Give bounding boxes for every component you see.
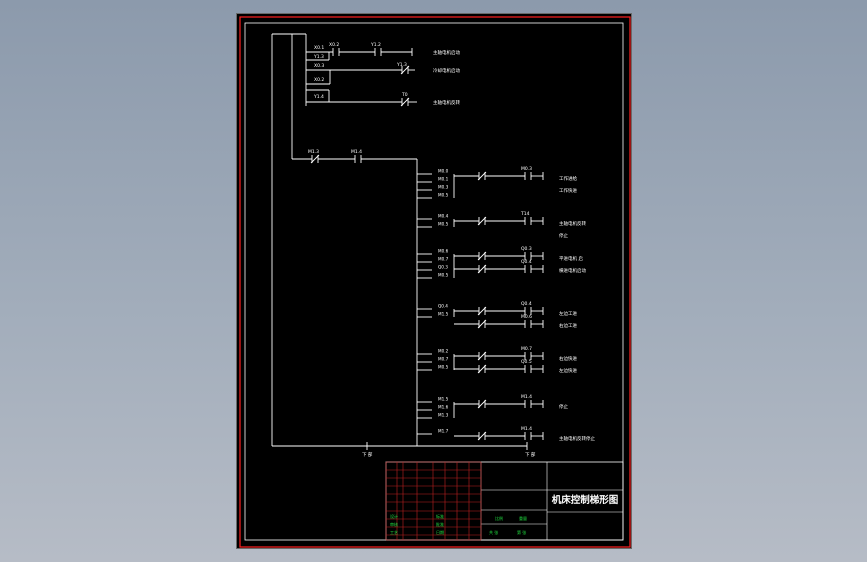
branch-note: 平进电机 启 — [559, 255, 583, 262]
contact-label: Q0.5 — [521, 359, 532, 365]
coil-label: T0 — [401, 92, 408, 98]
ladder-labels: X0.1 Y1.3 X0.2 Y1.2 主轴电机启动 X0.3 Y1.3 冷却电机启动 X0.2… — [308, 42, 595, 458]
rung-note: 冷却电机启动 — [433, 67, 460, 74]
rung-note: 主轴电机启动 — [433, 49, 460, 56]
contact-label: M1.4 — [521, 426, 532, 432]
branch-note: 停止 — [559, 403, 568, 410]
ladder-diagram: X0.1 Y1.3 X0.2 Y1.2 主轴电机启动 X0.3 Y1.3 冷却电机启动 X0.2… — [239, 16, 631, 548]
contact-label: M0.6 — [521, 314, 532, 320]
branch-contact-label: M1.5 — [438, 312, 449, 317]
contact-label: T14 — [520, 211, 530, 217]
contact-label: Y1.3 — [313, 54, 324, 60]
branch-contact-label: Q0.3 — [438, 265, 448, 270]
branch-note: 横进电机启动 — [559, 267, 586, 274]
branch-contact-label: M0.3 — [438, 185, 449, 190]
title-cell-label: 设计 — [390, 513, 398, 519]
branch-note: 左边快进 — [559, 367, 577, 374]
title-cell-label: 第 张 — [517, 529, 526, 535]
branch-contact-label: M0.4 — [438, 214, 449, 219]
branch-note: 右边工进 — [559, 322, 577, 329]
drawing-sheet: X0.1 Y1.3 X0.2 Y1.2 主轴电机启动 X0.3 Y1.3 冷却电机启动 X0.2… — [236, 13, 632, 549]
contact-label: Q0.3 — [521, 246, 532, 252]
branch-contact-label: M0.1 — [438, 177, 449, 182]
title-cell-label: 标准 — [436, 513, 444, 519]
branch-note: 左边工进 — [559, 310, 577, 317]
cad-viewport: X0.1 Y1.3 X0.2 Y1.2 主轴电机启动 X0.3 Y1.3 冷却电机启动 X0.2… — [0, 0, 867, 562]
contact-label: M1.3 — [308, 149, 319, 155]
coil-label: Y1.2 — [370, 42, 381, 48]
branch-contact-label: M1.6 — [438, 405, 449, 410]
branch-contact-label: M0.2 — [438, 349, 449, 354]
outer-border — [239, 16, 631, 548]
branch-contact-label: M0.7 — [438, 357, 449, 362]
contact-label: X0.2 — [329, 42, 339, 48]
title-cell-label: 重量 — [519, 515, 527, 521]
branch-note: 主轴电机反转停止 — [559, 435, 595, 442]
contact-label: Y1.4 — [313, 94, 324, 100]
rail-label: 下 部 — [525, 451, 536, 458]
coil-label: Y1.3 — [396, 62, 407, 68]
contact-label: X0.1 — [314, 45, 324, 51]
branch-note: 主轴电机反转 — [559, 220, 586, 227]
contact-label: Q0.4 — [521, 259, 532, 265]
branch-contact-label: M0.6 — [438, 249, 449, 254]
branch-note: 工作快进 — [559, 187, 577, 194]
title-cell-label: 比例 — [495, 515, 503, 521]
title-cell-label: 共 张 — [489, 529, 498, 535]
drawing-title: 机床控制梯形图 — [552, 494, 619, 506]
branch-contact-label: M0.5 — [438, 365, 449, 370]
branch-contact-label: M0.0 — [438, 169, 449, 174]
branch-contact-label: M0.5 — [438, 273, 449, 278]
branch-contact-label: M0.7 — [438, 257, 449, 262]
title-block: 设计审核工艺 标准批准日期 比例 重量共 张 第 张 机床控制梯形图 — [385, 461, 624, 541]
rung-note: 主轴电机反转 — [433, 99, 460, 106]
branch-contact-label: M1.5 — [438, 397, 449, 402]
contact-label: M0.3 — [521, 166, 532, 172]
branch-contact-label: M1.3 — [438, 413, 449, 418]
contact-label: M1.4 — [521, 394, 532, 400]
rail-label: 下 部 — [362, 451, 373, 458]
branch-contact-label: M0.5 — [438, 222, 449, 227]
contact-label: X0.3 — [314, 63, 324, 69]
contact-label: Q0.4 — [521, 301, 532, 307]
branch-contact-label: M0.5 — [438, 193, 449, 198]
contact-label: M1.4 — [351, 149, 362, 155]
contact-label: X0.2 — [314, 77, 324, 83]
title-cell-label: 日期 — [436, 529, 444, 535]
branch-note: 右边快进 — [559, 355, 577, 362]
title-cell-label: 工艺 — [390, 530, 398, 535]
title-cell-label: 批准 — [436, 521, 444, 527]
branch-contact-label: M1.7 — [438, 429, 449, 434]
branch-note: 工作进给 — [559, 175, 577, 182]
contact-label: M0.7 — [521, 346, 532, 352]
branch-note: 停止 — [559, 232, 568, 239]
title-cell-label: 审核 — [390, 521, 398, 527]
title-block-grid: 设计审核工艺 标准批准日期 比例 重量共 张 第 张 — [385, 461, 527, 541]
branch-contact-label: Q0.4 — [438, 304, 448, 309]
